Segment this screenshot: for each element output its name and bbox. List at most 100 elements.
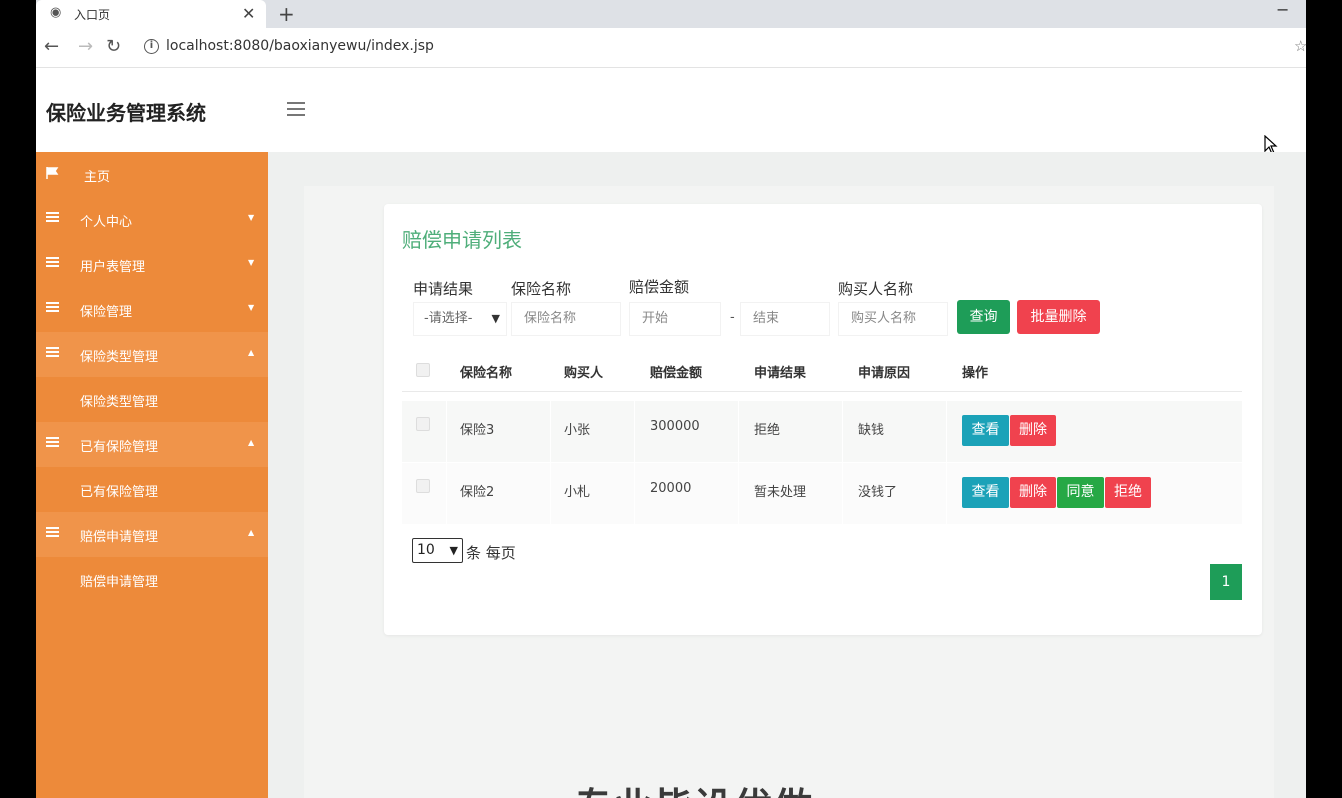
cell-result: 拒绝 [754, 423, 781, 438]
globe-icon: ◉ [50, 5, 62, 20]
browser-tab-bar: ◉ 入口页 ✕ + − [36, 0, 1306, 28]
caret-down-icon: ▼ [248, 213, 255, 222]
amount-start-input[interactable]: 开始 [629, 302, 721, 336]
page-size-select[interactable]: 10 ▼ [412, 538, 463, 563]
caret-up-icon: ▲ [248, 438, 255, 447]
sidebar-item-home[interactable]: 主页 [36, 152, 268, 197]
list-icon [46, 527, 59, 539]
insurance-name-input[interactable]: 保险名称 [511, 302, 621, 336]
cell-result: 暂未处理 [754, 485, 807, 500]
flag-icon [46, 167, 59, 179]
chevron-down-icon: ▼ [491, 312, 500, 325]
table-row: 保险3 小张 300000 拒绝 缺钱 查看 删除 [402, 401, 1242, 463]
result-filter-select[interactable]: -请选择- ▼ [413, 302, 507, 336]
close-tab-icon[interactable]: ✕ [242, 4, 255, 23]
select-all-checkbox[interactable] [416, 363, 430, 377]
bookmark-star-icon[interactable]: ☆ [1294, 37, 1307, 55]
page-size-value: 10 [417, 542, 435, 558]
claims-panel: 赔偿申请列表 申请结果 -请选择- ▼ 保险名称 保险名称 赔偿金额 开始 - … [384, 204, 1262, 635]
buyer-name-input[interactable]: 购买人名称 [838, 302, 948, 336]
sidebar-item-profile[interactable]: 个人中心 ▼ [36, 197, 268, 242]
sidebar-item-label: 已有保险管理 [80, 440, 159, 455]
cell-reason: 缺钱 [858, 423, 885, 438]
sidebar: 主页 个人中心 ▼ 用户表管理 ▼ 保险管理 ▼ 保险类型管理 ▲ 保险类型管理… [36, 152, 268, 798]
column-header: 保险名称 [460, 366, 513, 381]
sidebar-subitem-label: 赔偿申请管理 [80, 575, 159, 590]
amount-separator: - [730, 310, 735, 325]
delete-button[interactable]: 删除 [1010, 415, 1056, 446]
page-1-button[interactable]: 1 [1210, 564, 1242, 600]
tab-title: 入口页 [74, 8, 111, 22]
sidebar-item-owned-insurance[interactable]: 已有保险管理 ▲ [36, 422, 268, 467]
cell-insurance: 保险2 [460, 485, 495, 500]
sidebar-subitem-insurance-types[interactable]: 保险类型管理 [36, 377, 268, 422]
column-header: 操作 [962, 366, 989, 381]
buyer-name-label: 购买人名称 [838, 280, 914, 298]
chevron-down-icon: ▼ [449, 544, 458, 557]
row-checkbox[interactable] [416, 479, 430, 493]
cell-insurance: 保险3 [460, 423, 495, 438]
list-icon [46, 437, 59, 449]
browser-tab[interactable]: ◉ 入口页 ✕ [36, 0, 266, 28]
app-title: 保险业务管理系统 [46, 101, 206, 125]
amount-end-input[interactable]: 结束 [740, 302, 830, 336]
sidebar-item-insurance-types[interactable]: 保险类型管理 ▲ [36, 332, 268, 377]
sidebar-subitem-claims[interactable]: 赔偿申请管理 [36, 557, 268, 602]
result-filter-value: -请选择- [424, 311, 473, 326]
list-icon [46, 212, 59, 224]
app-header: 保险业务管理系统 [36, 68, 1306, 152]
cell-buyer: 小张 [564, 423, 591, 438]
column-header: 申请结果 [754, 366, 807, 381]
insurance-name-label: 保险名称 [511, 280, 572, 298]
table-header: 保险名称 购买人 赔偿金额 申请结果 申请原因 操作 [402, 348, 1242, 392]
sidebar-item-label: 用户表管理 [80, 260, 146, 275]
result-filter-label: 申请结果 [413, 280, 474, 298]
sidebar-subitem-owned-insurance[interactable]: 已有保险管理 [36, 467, 268, 512]
minimize-button[interactable]: − [1276, 0, 1289, 19]
sidebar-item-insurance[interactable]: 保险管理 ▼ [36, 287, 268, 332]
sidebar-item-label: 赔偿申请管理 [80, 530, 159, 545]
column-header: 购买人 [564, 366, 604, 381]
cell-buyer: 小札 [564, 485, 591, 500]
page-size-label: 条 每页 [466, 544, 516, 562]
cell-reason: 没钱了 [858, 485, 898, 500]
panel-title: 赔偿申请列表 [402, 228, 522, 252]
sidebar-item-label: 主页 [84, 170, 111, 185]
view-button[interactable]: 查看 [962, 415, 1009, 446]
address-bar: ← → ↻ i localhost:8080/baoxianyewu/index… [36, 28, 1307, 68]
sidebar-item-claims[interactable]: 赔偿申请管理 ▲ [36, 512, 268, 557]
cell-amount: 300000 [650, 419, 700, 434]
sidebar-item-label: 保险管理 [80, 305, 133, 320]
query-button[interactable]: 查询 [957, 300, 1010, 334]
caret-up-icon: ▲ [248, 348, 255, 357]
footer-heading: 专业皆设优做 [574, 776, 814, 798]
sidebar-subitem-label: 保险类型管理 [80, 395, 159, 410]
sidebar-item-label: 保险类型管理 [80, 350, 159, 365]
forward-icon[interactable]: → [78, 36, 93, 57]
row-checkbox[interactable] [416, 417, 430, 431]
column-header: 赔偿金额 [650, 366, 703, 381]
batch-delete-button[interactable]: 批量删除 [1017, 300, 1100, 334]
approve-button[interactable]: 同意 [1057, 477, 1104, 508]
sidebar-item-users[interactable]: 用户表管理 ▼ [36, 242, 268, 287]
menu-toggle-icon[interactable] [287, 102, 305, 116]
screen: ◉ 入口页 ✕ + − ← → ↻ i localhost:8080/baoxi… [0, 0, 1342, 798]
reload-icon[interactable]: ↻ [106, 36, 121, 57]
reject-button[interactable]: 拒绝 [1105, 477, 1151, 508]
view-button[interactable]: 查看 [962, 477, 1009, 508]
caret-down-icon: ▼ [248, 258, 255, 267]
list-icon [46, 302, 59, 314]
back-icon[interactable]: ← [44, 36, 59, 57]
list-icon [46, 347, 59, 359]
delete-button[interactable]: 删除 [1010, 477, 1056, 508]
cell-amount: 20000 [650, 481, 692, 496]
caret-up-icon: ▲ [248, 528, 255, 537]
caret-down-icon: ▼ [248, 303, 255, 312]
new-tab-button[interactable]: + [278, 2, 295, 26]
column-header: 申请原因 [858, 366, 911, 381]
info-icon[interactable]: i [144, 39, 159, 54]
table-row: 保险2 小札 20000 暂未处理 没钱了 查看 删除 同意 拒绝 [402, 463, 1242, 525]
sidebar-item-label: 个人中心 [80, 215, 133, 230]
sidebar-subitem-label: 已有保险管理 [80, 485, 159, 500]
url-field[interactable]: localhost:8080/baoxianyewu/index.jsp [166, 38, 434, 54]
